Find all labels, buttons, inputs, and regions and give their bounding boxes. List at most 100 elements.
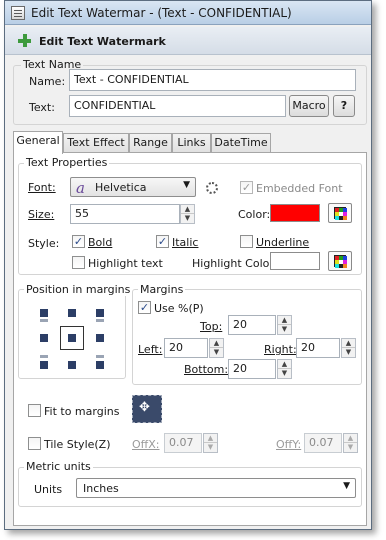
units-label: Units — [34, 483, 63, 496]
spin-up-icon[interactable]: ▲ — [278, 360, 291, 369]
style-label: Style: — [28, 237, 60, 250]
tab-range[interactable]: Range — [129, 133, 172, 153]
tile-style-label: Tile Style(Z) — [44, 438, 111, 451]
palette-icon — [334, 207, 347, 220]
chevron-down-icon: ▼ — [183, 180, 190, 190]
tab-general[interactable]: General — [13, 131, 63, 154]
spin-down-icon[interactable]: ▼ — [278, 325, 291, 334]
use-percent-label: Use %(P) — [154, 302, 204, 315]
help-button[interactable]: ? — [333, 95, 355, 117]
left-field[interactable]: 20 — [164, 338, 208, 358]
margins-legend: Margins — [138, 283, 186, 296]
offy-spinner[interactable]: ▲ ▼ — [343, 433, 358, 453]
underline-checkbox[interactable] — [240, 235, 253, 248]
font-label: Font: — [28, 181, 56, 194]
position-middle-right[interactable] — [96, 334, 104, 342]
spin-up-icon[interactable]: ▲ — [181, 205, 194, 214]
position-legend: Position in margins — [24, 283, 133, 296]
dialog-heading: Edit Text Watermark — [39, 35, 166, 48]
fit-to-margins-button[interactable]: ✥ — [132, 395, 162, 423]
offx-field[interactable]: 0.07 — [164, 433, 202, 453]
units-dropdown-value: Inches — [83, 482, 119, 495]
text-label: Text: — [29, 101, 55, 114]
spin-down-icon[interactable]: ▼ — [278, 369, 291, 378]
tab-datetime[interactable]: DateTime — [211, 133, 271, 153]
tab-text-effect[interactable]: Text Effect — [63, 133, 129, 153]
font-dropdown[interactable]: a Helvetica ▼ — [70, 177, 196, 197]
position-guide — [40, 355, 48, 358]
spin-up-icon[interactable]: ▲ — [344, 434, 357, 443]
color-picker-button[interactable] — [328, 203, 352, 223]
spin-up-icon[interactable]: ▲ — [204, 434, 217, 443]
left-label: Left: — [138, 343, 163, 356]
macro-button[interactable]: Macro — [289, 95, 329, 117]
spin-up-icon[interactable]: ▲ — [278, 316, 291, 325]
expand-arrows-icon: ✥ — [139, 400, 150, 415]
use-percent-checkbox[interactable]: ✓ — [138, 301, 151, 314]
spin-down-icon[interactable]: ▼ — [204, 443, 217, 452]
position-guide — [40, 319, 48, 322]
position-guide — [96, 355, 104, 358]
bottom-spinner[interactable]: ▲ ▼ — [277, 359, 292, 379]
spin-down-icon[interactable]: ▼ — [181, 214, 194, 223]
units-dropdown[interactable]: Inches ▼ — [76, 478, 356, 498]
metric-units-legend: Metric units — [24, 460, 93, 473]
left-spinner[interactable]: ▲ ▼ — [209, 338, 224, 358]
highlight-color-picker-button[interactable] — [328, 251, 352, 271]
italic-checkbox[interactable]: ✓ — [156, 235, 169, 248]
top-spinner[interactable]: ▲ ▼ — [277, 315, 292, 335]
italic-label: Italic — [172, 236, 199, 249]
position-middle-left[interactable] — [40, 334, 48, 342]
color-label: Color: — [238, 208, 271, 221]
color-swatch[interactable] — [270, 204, 320, 222]
position-bottom-center[interactable] — [68, 361, 76, 369]
position-bottom-left[interactable] — [40, 361, 48, 369]
size-spinner[interactable]: ▲ ▼ — [180, 204, 195, 224]
refresh-icon[interactable] — [206, 182, 218, 194]
spin-up-icon[interactable]: ▲ — [342, 339, 355, 348]
palette-cell — [343, 264, 347, 268]
bottom-field[interactable]: 20 — [228, 359, 276, 379]
highlight-color-swatch[interactable] — [270, 252, 320, 270]
top-field[interactable]: 20 — [228, 315, 276, 335]
dialog-window: Edit Text Watermar - (Text - CONFIDENTIA… — [4, 0, 372, 530]
bold-label: Bold — [88, 236, 113, 249]
offy-label: OffY: — [276, 438, 302, 451]
text-properties-legend: Text Properties — [24, 156, 110, 169]
bold-checkbox[interactable]: ✓ — [72, 235, 85, 248]
right-field[interactable]: 20 — [296, 338, 340, 358]
chevron-down-icon: ▼ — [343, 481, 350, 491]
spin-down-icon[interactable]: ▼ — [342, 348, 355, 357]
size-label: Size: — [28, 208, 55, 221]
spin-down-icon[interactable]: ▼ — [344, 443, 357, 452]
position-top-right[interactable] — [96, 309, 104, 317]
offx-spinner[interactable]: ▲ ▼ — [203, 433, 218, 453]
right-spinner[interactable]: ▲ ▼ — [341, 338, 356, 358]
spin-down-icon[interactable]: ▼ — [210, 348, 223, 357]
title-bar[interactable]: Edit Text Watermar - (Text - CONFIDENTIA… — [5, 1, 371, 25]
spin-up-icon[interactable]: ▲ — [210, 339, 223, 348]
offx-label: OffX: — [132, 438, 160, 451]
highlight-text-checkbox[interactable] — [72, 256, 85, 269]
top-label: Top: — [200, 320, 223, 333]
tile-style-checkbox[interactable] — [28, 437, 41, 450]
position-top-left[interactable] — [40, 309, 48, 317]
fit-to-margins-checkbox[interactable] — [28, 404, 41, 417]
offy-field[interactable]: 0.07 — [304, 433, 342, 453]
size-field[interactable]: 55 — [70, 204, 180, 224]
embedded-font-checkbox[interactable]: ✓ — [240, 181, 253, 194]
position-top-center[interactable] — [68, 309, 76, 317]
name-label: Name: — [29, 75, 66, 88]
tab-links[interactable]: Links — [172, 133, 211, 153]
position-guide — [96, 319, 104, 322]
embedded-font-label: Embedded Font — [256, 182, 343, 195]
general-tab-panel: Text Properties Font: a Helvetica ▼ ✓ Em… — [13, 152, 367, 526]
position-bottom-right[interactable] — [96, 361, 104, 369]
text-field[interactable]: CONFIDENTIAL — [69, 95, 286, 117]
position-center[interactable] — [60, 326, 84, 350]
bottom-label: Bottom: — [184, 363, 229, 376]
name-field[interactable]: Text - CONFIDENTIAL — [69, 69, 356, 91]
app-icon — [11, 6, 25, 20]
highlight-color-label: Highlight Color: — [192, 257, 278, 270]
plus-icon — [17, 33, 33, 49]
